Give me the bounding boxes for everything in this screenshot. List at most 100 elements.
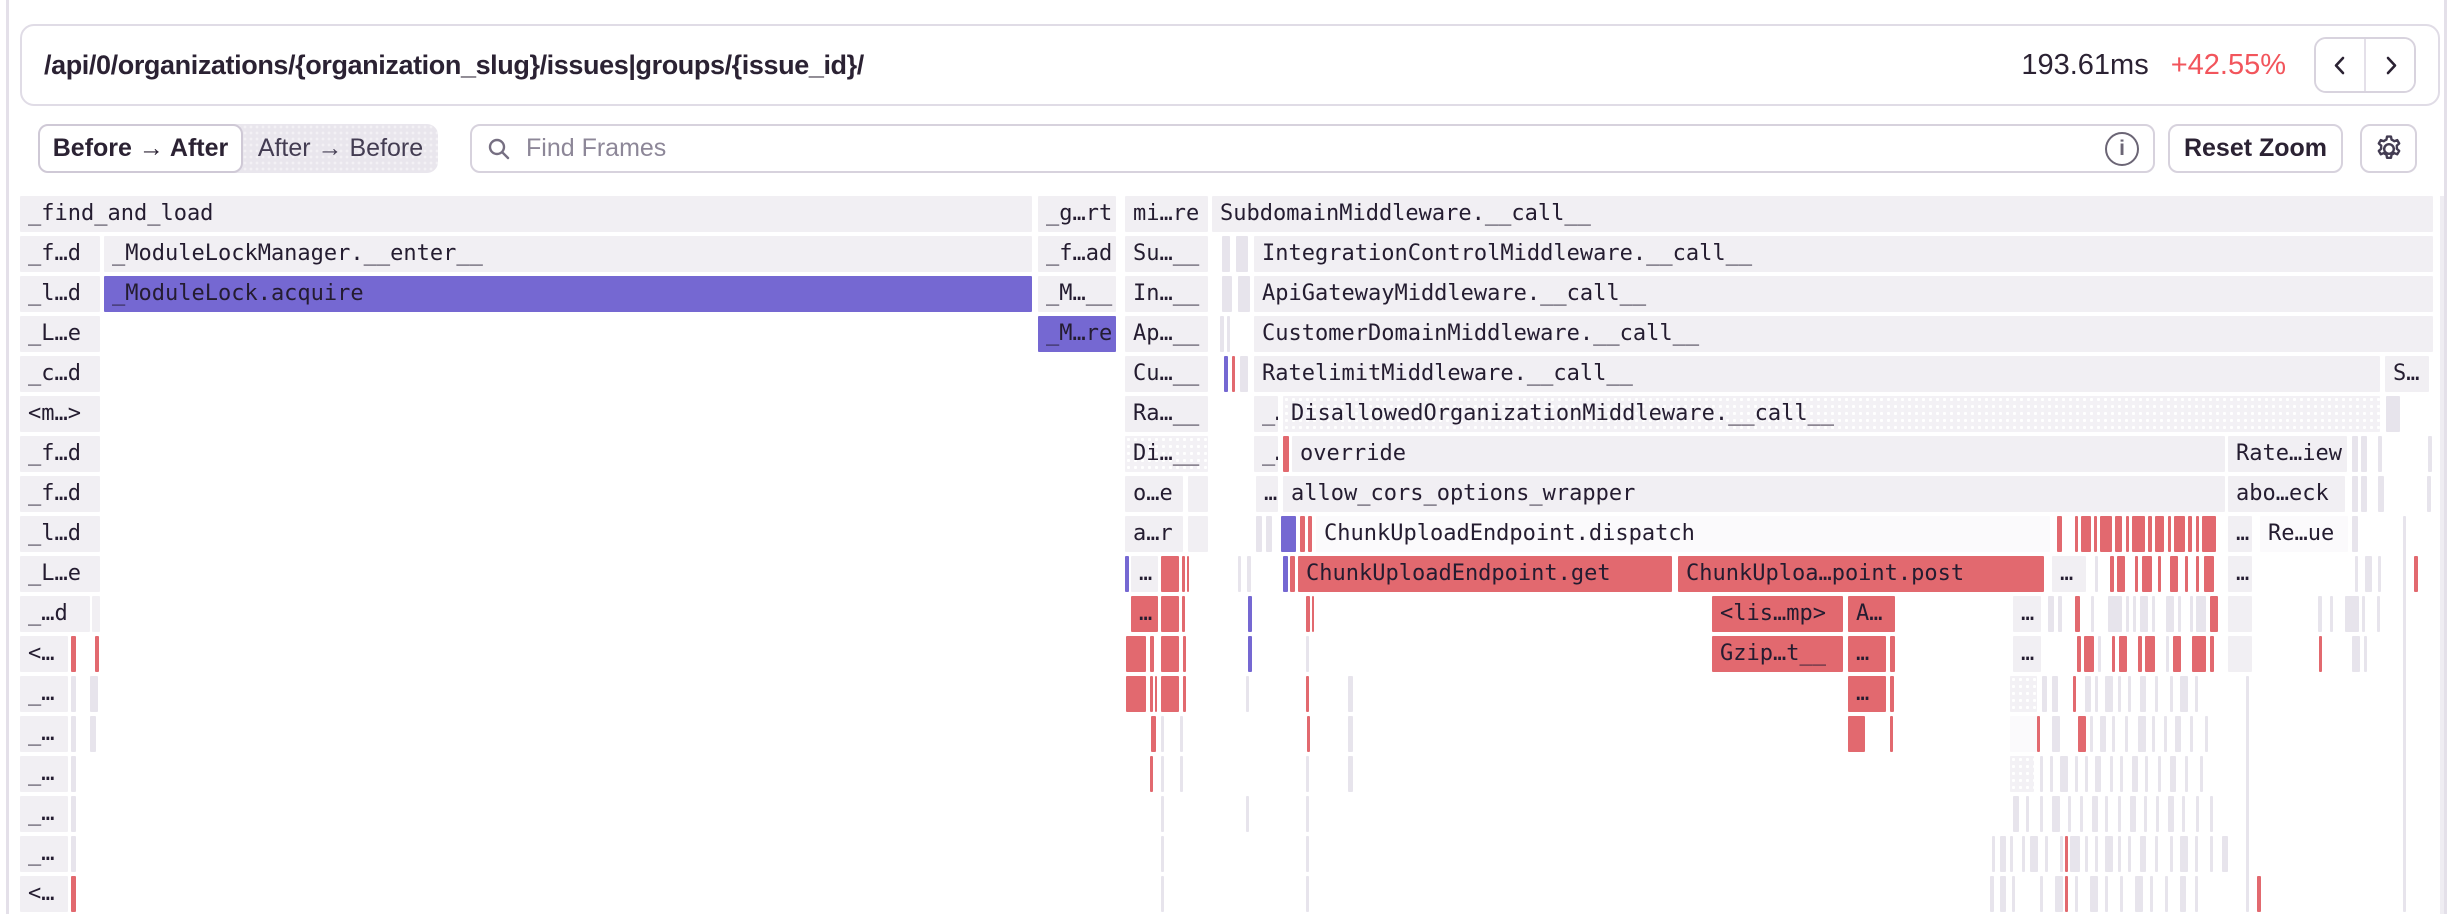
- flame-sliver[interactable]: [1348, 676, 1353, 712]
- flame-sliver[interactable]: [2188, 516, 2192, 552]
- flame-frame[interactable]: …: [1256, 476, 1278, 512]
- flame-sliver[interactable]: [1161, 836, 1164, 872]
- flame-sliver[interactable]: [1246, 796, 1249, 832]
- flame-frame[interactable]: _…: [1254, 396, 1278, 432]
- flame-sliver[interactable]: [2112, 716, 2115, 752]
- flame-sliver[interactable]: [2065, 836, 2068, 872]
- flame-sliver[interactable]: [2148, 516, 2152, 552]
- flame-sliver[interactable]: [1126, 636, 1146, 672]
- flame-sliver[interactable]: [2133, 596, 2136, 632]
- flame-sliver[interactable]: [1238, 276, 1250, 312]
- flame-frame[interactable]: allow_cors_options_wrapper: [1283, 476, 2225, 512]
- flame-sliver[interactable]: [1348, 756, 1353, 792]
- flame-sliver[interactable]: [1348, 716, 1353, 752]
- flame-frame[interactable]: _L…e: [20, 316, 100, 352]
- flame-sliver[interactable]: [2000, 876, 2006, 912]
- flame-sliver[interactable]: [1248, 596, 1252, 632]
- flame-sliver[interactable]: [2158, 756, 2161, 792]
- flame-frame[interactable]: _M…re: [1038, 316, 1116, 352]
- flame-sliver[interactable]: [2065, 876, 2068, 912]
- flame-frame[interactable]: _ModuleLock.acquire: [104, 276, 1032, 312]
- flame-sliver[interactable]: [2060, 836, 2063, 872]
- flame-frame[interactable]: _…: [20, 676, 68, 712]
- flame-frame[interactable]: …: [2228, 516, 2252, 552]
- flame-sliver[interactable]: [2196, 516, 2199, 552]
- flame-sliver[interactable]: [2126, 516, 2129, 552]
- flame-sliver[interactable]: [2378, 436, 2382, 472]
- flame-sliver[interactable]: [1150, 756, 1153, 792]
- flame-frame[interactable]: CustomerDomainMiddleware.__call__: [1254, 316, 2433, 352]
- flame-sliver[interactable]: [2352, 436, 2358, 472]
- flame-frame[interactable]: o…e: [1125, 476, 1183, 512]
- flame-sliver[interactable]: [2168, 516, 2171, 552]
- flame-sliver[interactable]: [2257, 876, 2261, 912]
- flame-frame[interactable]: DisallowedOrganizationMiddleware.__call_…: [1283, 396, 2380, 432]
- flame-sliver[interactable]: [1222, 236, 1230, 272]
- flame-sliver[interactable]: [1306, 876, 1309, 912]
- flame-sliver[interactable]: [1224, 356, 1228, 392]
- flame-sliver[interactable]: [2352, 516, 2358, 552]
- flame-frame[interactable]: <…: [20, 876, 68, 912]
- flame-sliver[interactable]: [2361, 476, 2367, 512]
- flame-sliver[interactable]: [2150, 876, 2153, 912]
- flame-sliver[interactable]: [2195, 876, 2198, 912]
- flame-sliver[interactable]: [2428, 436, 2432, 472]
- flame-sliver[interactable]: [2030, 836, 2038, 872]
- flame-sliver[interactable]: [2210, 796, 2213, 832]
- flame-frame[interactable]: <m…>: [20, 396, 100, 432]
- flame-sliver[interactable]: [1236, 236, 1248, 272]
- flame-sliver[interactable]: [2095, 836, 2098, 872]
- flame-sliver[interactable]: [2112, 636, 2115, 672]
- flame-frame[interactable]: …: [2013, 636, 2041, 672]
- flame-frame[interactable]: _find_and_load: [20, 196, 1032, 232]
- flame-sliver[interactable]: [71, 796, 76, 832]
- flame-frame[interactable]: _f…ad: [1038, 236, 1116, 272]
- flame-sliver[interactable]: [1992, 836, 1995, 872]
- flame-sliver[interactable]: [2058, 596, 2062, 632]
- flame-sliver[interactable]: [1161, 756, 1164, 792]
- flame-sliver[interactable]: [2427, 476, 2431, 512]
- flame-sliver[interactable]: [1161, 556, 1179, 592]
- flame-frame[interactable]: _g…rt: [1038, 196, 1116, 232]
- flame-sliver[interactable]: [1150, 676, 1153, 712]
- flame-sliver[interactable]: [1182, 556, 1185, 592]
- flame-sliver[interactable]: [2057, 516, 2062, 552]
- flame-sliver[interactable]: [2166, 596, 2174, 632]
- flame-sliver[interactable]: [1306, 796, 1309, 832]
- flame-sliver[interactable]: [2228, 596, 2252, 632]
- flame-sliver[interactable]: [2013, 796, 2019, 832]
- flame-frame[interactable]: …: [2013, 596, 2041, 632]
- flame-sliver[interactable]: [2155, 516, 2164, 552]
- flame-sliver[interactable]: [95, 636, 99, 672]
- flame-sliver[interactable]: [1306, 836, 1309, 872]
- flame-sliver[interactable]: [2126, 596, 2129, 632]
- flame-sliver[interactable]: [1180, 756, 1183, 792]
- flame-sliver[interactable]: [90, 716, 96, 752]
- flame-frame[interactable]: _M…__: [1038, 276, 1116, 312]
- flame-sliver[interactable]: [2110, 556, 2114, 592]
- flame-frame[interactable]: Ra…__: [1125, 396, 1208, 432]
- flame-sliver[interactable]: [2246, 676, 2249, 912]
- flame-sliver[interactable]: [1256, 516, 1262, 552]
- flame-sliver[interactable]: [2185, 556, 2188, 592]
- flame-sliver[interactable]: [1240, 356, 1248, 392]
- flame-sliver[interactable]: [2152, 716, 2155, 752]
- flame-sliver[interactable]: [1300, 516, 1305, 552]
- flame-sliver[interactable]: [2175, 716, 2181, 752]
- flame-sliver[interactable]: [2145, 636, 2155, 672]
- flame-sliver[interactable]: [71, 756, 76, 792]
- flame-sliver[interactable]: [2364, 636, 2367, 672]
- flame-sliver[interactable]: [2012, 876, 2015, 912]
- flame-sliver[interactable]: [2078, 716, 2086, 752]
- flame-sliver[interactable]: [2100, 516, 2112, 552]
- flame-sliver[interactable]: [92, 596, 100, 632]
- flame-sliver[interactable]: [2190, 596, 2193, 632]
- flame-sliver[interactable]: [2170, 756, 2176, 792]
- flame-sliver[interactable]: [2040, 756, 2043, 792]
- flame-sliver[interactable]: [2142, 556, 2152, 592]
- flame-sliver[interactable]: [2105, 836, 2113, 872]
- flame-sliver[interactable]: [2156, 796, 2159, 832]
- flame-sliver[interactable]: [2073, 676, 2076, 712]
- flame-sliver[interactable]: [1151, 716, 1156, 752]
- flame-sliver[interactable]: [2140, 596, 2148, 632]
